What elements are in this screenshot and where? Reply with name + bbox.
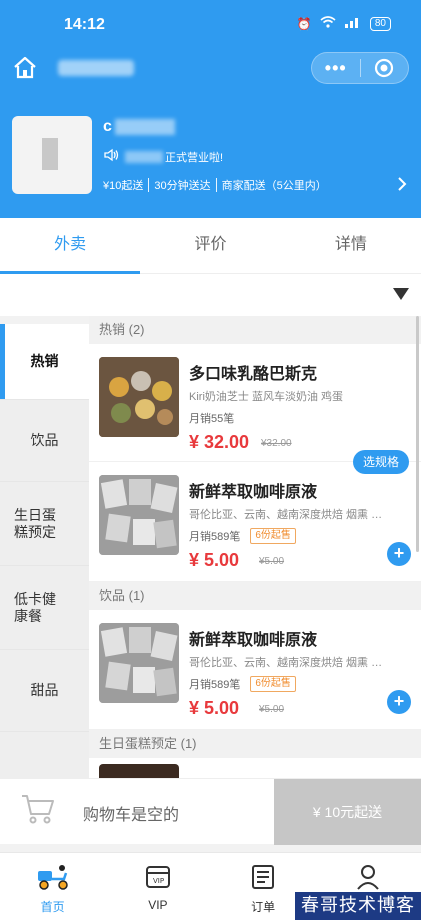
store-notice[interactable]: 正式营业啦!: [103, 148, 223, 165]
mini-program-capsule: •••: [311, 52, 409, 84]
product-desc: 哥伦比亚、云南、越南深度烘焙 烟熏 焦...: [189, 509, 385, 521]
sidebar-item-drinks[interactable]: 饮品: [0, 400, 89, 482]
product-name: 新鲜萃取咖啡原液: [189, 632, 318, 649]
sidebar-item-hot[interactable]: 热销: [0, 324, 89, 400]
nav-home[interactable]: 首页: [0, 853, 105, 920]
sidebar-item-birthday-cake[interactable]: 生日蛋糕预定: [0, 482, 89, 566]
menu-list: 热销 (2) 多口味乳酪巴斯克 Kiri奶油芝士 蓝风车淡奶油 鸡蛋 月销55笔…: [89, 316, 421, 778]
store-header: 14:12 ⏰ 80 ••• c 正式营业啦! ¥10起送 30分钟送达 商家配…: [0, 0, 421, 218]
checkout-button[interactable]: ¥ 10元起送: [274, 779, 421, 845]
tab-takeout[interactable]: 外卖: [0, 218, 141, 274]
close-target-icon[interactable]: [360, 58, 408, 78]
category-header-hot: 热销 (2): [89, 316, 421, 344]
product-image: [99, 623, 179, 703]
cart-empty-text: 购物车是空的: [83, 807, 180, 824]
chevron-right-icon[interactable]: [397, 176, 407, 197]
svg-text:VIP: VIP: [153, 877, 164, 885]
signal-icon: [344, 16, 362, 31]
menu-item[interactable]: 新鲜萃取咖啡原液 哥伦比亚、云南、越南深度烘焙 烟熏 焦... 月销589笔 6…: [89, 462, 421, 582]
menu-item-partial: [89, 758, 421, 778]
speaker-icon: [103, 148, 119, 165]
wifi-icon: [320, 16, 336, 31]
sales-count: 月销589笔: [189, 531, 241, 543]
status-icons: ⏰ 80: [297, 16, 391, 31]
store-logo: [12, 116, 92, 194]
product-desc: Kiri奶油芝士 蓝风车淡奶油 鸡蛋: [189, 391, 343, 403]
delivery-time-info: 30分钟送达: [154, 180, 211, 192]
tab-details[interactable]: 详情: [281, 218, 421, 273]
menu-item[interactable]: 新鲜萃取咖啡原液 哥伦比亚、云南、越南深度烘焙 烟熏 焦... 月销589笔 6…: [89, 610, 421, 730]
store-title-redacted: [114, 119, 175, 135]
product-price: ¥ 5.00: [189, 698, 240, 718]
blog-watermark: 春哥技术博客: [295, 892, 421, 920]
product-old-price: ¥5.00: [259, 556, 285, 567]
notice-text: 正式营业啦!: [165, 151, 224, 164]
min-order-badge: 6份起售: [250, 528, 296, 544]
menu-item[interactable]: 多口味乳酪巴斯克 Kiri奶油芝士 蓝风车淡奶油 鸡蛋 月销55笔 ¥ 32.0…: [89, 344, 421, 474]
product-old-price: ¥5.00: [259, 704, 285, 715]
more-icon[interactable]: •••: [312, 58, 360, 79]
nav-vip-label: VIP: [148, 898, 168, 912]
notice-redacted: [125, 150, 163, 163]
nav-orders-label: 订单: [251, 900, 276, 914]
store-name-redacted: [58, 60, 134, 76]
scrollbar[interactable]: [416, 316, 419, 552]
status-bar: 14:12 ⏰ 80: [0, 14, 421, 40]
sales-count: 月销55笔: [189, 413, 235, 425]
category-header-drinks: 饮品 (1): [89, 582, 421, 610]
divider: [215, 178, 217, 192]
tab-reviews[interactable]: 评价: [140, 218, 280, 273]
vip-card-icon: VIP: [144, 863, 172, 894]
nav-vip[interactable]: VIP VIP: [105, 853, 210, 920]
dropdown-triangle-icon[interactable]: [393, 288, 409, 300]
nav-home-label: 首页: [40, 900, 65, 914]
alarm-icon: ⏰: [296, 16, 312, 31]
delivery-info[interactable]: ¥10起送 30分钟送达 商家配送（5公里内）: [103, 177, 327, 193]
store-title-prefix: c: [103, 118, 112, 135]
product-sales: 月销589笔 6份起售: [189, 676, 296, 692]
category-sidebar: 热销 饮品 生日蛋糕预定 低卡健康餐 甜品: [0, 324, 89, 778]
product-image: [99, 357, 179, 437]
shopping-cart-icon[interactable]: [20, 793, 56, 830]
home-icon[interactable]: [12, 55, 38, 81]
product-name: 新鲜萃取咖啡原液: [189, 484, 318, 501]
scooter-icon: [36, 863, 70, 894]
sidebar-item-low-cal[interactable]: 低卡健康餐: [0, 566, 89, 650]
product-image: [99, 475, 179, 555]
product-price: ¥ 5.00: [189, 550, 240, 570]
product-price: ¥ 32.00: [189, 432, 250, 452]
store-tabs: 外卖 评价 详情: [0, 218, 421, 274]
store-title: c: [103, 118, 175, 136]
user-icon: [354, 863, 382, 894]
store-logo-placeholder: [42, 138, 58, 170]
product-sales: 月销589笔 6份起售: [189, 528, 296, 544]
min-order-info: ¥10起送: [103, 180, 144, 192]
delivery-method-info: 商家配送（5公里内）: [221, 180, 327, 192]
category-header-birthday-cake: 生日蛋糕预定 (1): [89, 730, 421, 758]
product-old-price: ¥32.00: [261, 438, 292, 449]
cart-bar: 购物车是空的 ¥ 10元起送: [0, 778, 421, 845]
battery-indicator: 80: [369, 16, 391, 31]
sales-count: 月销589笔: [189, 679, 241, 691]
min-order-badge: 6份起售: [250, 676, 296, 692]
product-sales: 月销55笔: [189, 410, 234, 426]
product-image-partial: [99, 764, 179, 778]
product-desc: 哥伦比亚、云南、越南深度烘焙 烟熏 焦...: [189, 657, 385, 669]
add-to-cart-button[interactable]: +: [387, 542, 411, 566]
add-to-cart-button[interactable]: +: [387, 690, 411, 714]
order-list-icon: [249, 863, 277, 894]
status-time: 14:12: [64, 16, 105, 33]
sidebar-item-dessert[interactable]: 甜品: [0, 650, 89, 732]
filter-bar: [0, 274, 421, 316]
product-name: 多口味乳酪巴斯克: [189, 366, 318, 383]
divider: [148, 178, 150, 192]
